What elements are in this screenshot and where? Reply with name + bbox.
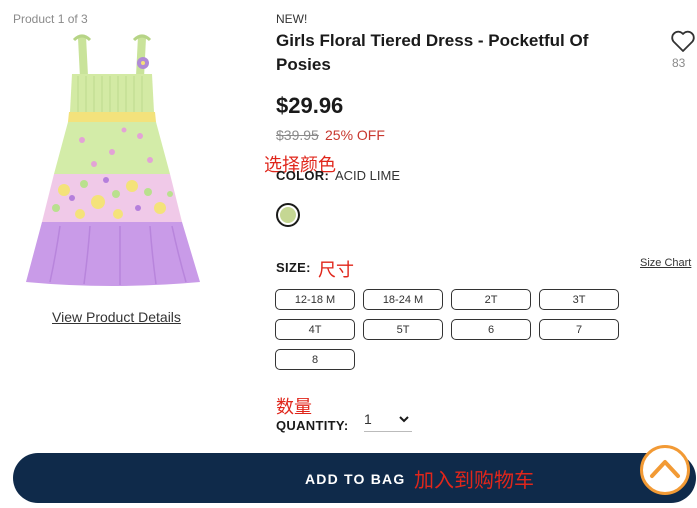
annotation-size: 尺寸 xyxy=(318,260,354,281)
quantity-value: 1 xyxy=(364,411,372,427)
wishlist-button[interactable] xyxy=(666,29,697,58)
size-option[interactable]: 3T xyxy=(539,289,619,310)
dress-illustration xyxy=(26,34,200,286)
new-badge: NEW! xyxy=(276,12,308,26)
product-title: Girls Floral Tiered Dress - Pocketful Of… xyxy=(276,31,589,74)
discount-label: 25% OFF xyxy=(325,127,385,143)
annotation-quantity: 数量 xyxy=(276,397,312,418)
size-label: SIZE: xyxy=(276,260,311,275)
original-price: $39.95 xyxy=(276,127,319,143)
heart-icon xyxy=(671,30,695,52)
size-option[interactable]: 6 xyxy=(451,319,531,340)
color-swatch-acid-lime[interactable] xyxy=(276,203,300,227)
annotation-add-to-bag: 加入到购物车 xyxy=(414,468,534,492)
chevron-up-icon xyxy=(650,460,680,478)
size-options: 12-18 M 18-24 M 2T 3T 4T 5T 6 7 8 xyxy=(275,289,625,370)
size-option[interactable]: 5T xyxy=(363,319,443,340)
sale-price: $29.96 xyxy=(276,93,344,118)
wishlist-count: 83 xyxy=(672,56,686,70)
size-option[interactable]: 4T xyxy=(275,319,355,340)
scroll-to-top-button[interactable] xyxy=(640,445,690,495)
size-option[interactable]: 2T xyxy=(451,289,531,310)
size-option[interactable]: 18-24 M xyxy=(363,289,443,310)
product-image[interactable] xyxy=(20,32,216,288)
chevron-down-icon xyxy=(399,416,409,423)
quantity-select[interactable]: 1 xyxy=(364,411,412,432)
size-option[interactable]: 7 xyxy=(539,319,619,340)
size-option[interactable]: 12-18 M xyxy=(275,289,355,310)
add-to-bag-label: ADD TO BAG xyxy=(305,471,406,487)
size-chart-link[interactable]: Size Chart xyxy=(640,257,691,269)
quantity-label: QUANTITY: xyxy=(276,418,349,433)
view-product-details-link[interactable]: View Product Details xyxy=(52,309,181,325)
product-counter: Product 1 of 3 xyxy=(13,12,88,26)
color-value: ACID LIME xyxy=(335,168,401,183)
size-option[interactable]: 8 xyxy=(275,349,355,370)
color-label: COLOR: xyxy=(276,168,330,183)
